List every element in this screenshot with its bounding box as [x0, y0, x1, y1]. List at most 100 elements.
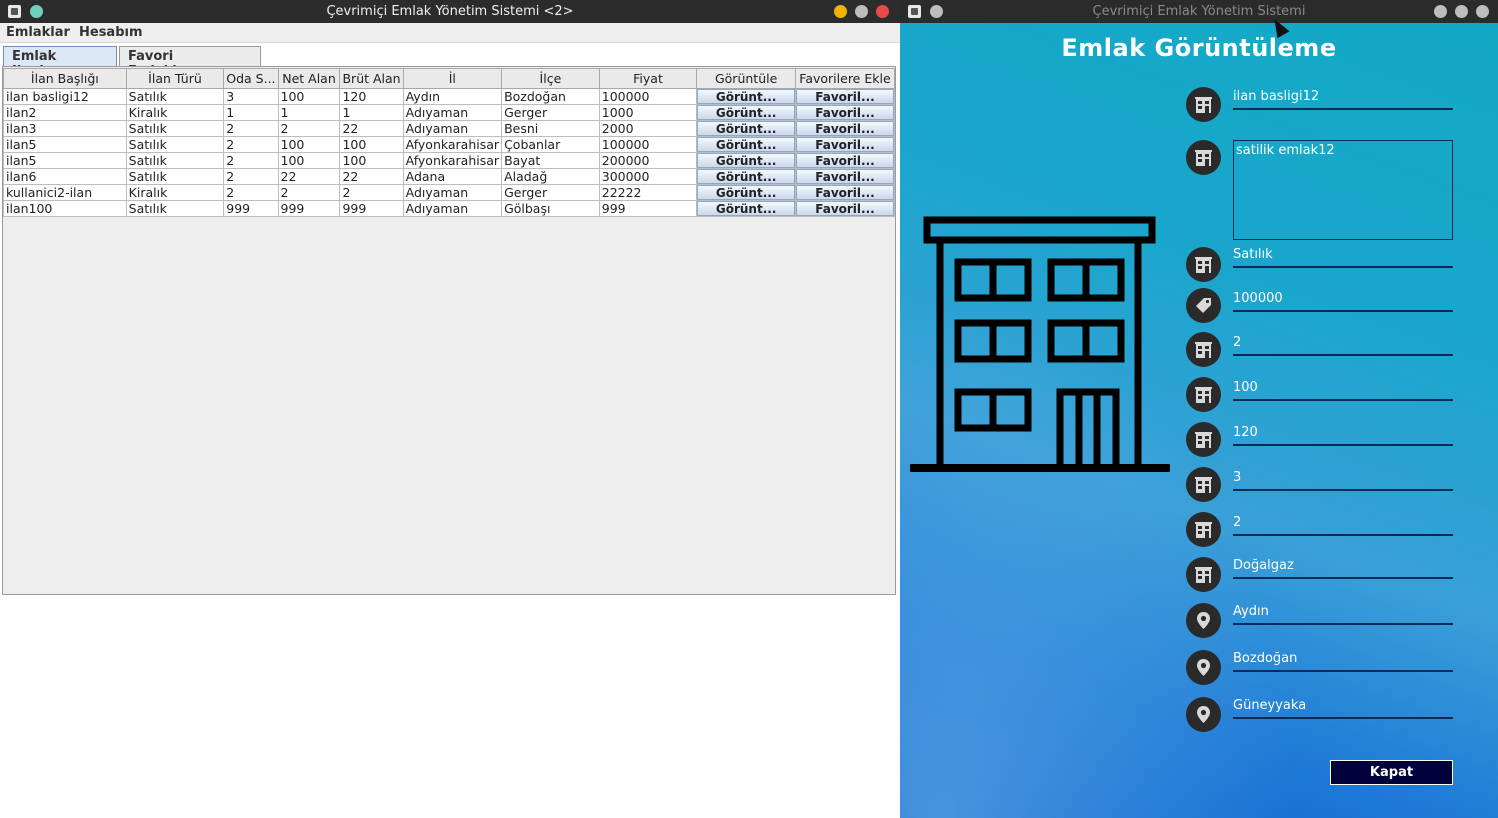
table-cell[interactable]: Gölbaşı: [501, 200, 600, 217]
table-cell[interactable]: ilan basligi12: [3, 88, 127, 105]
detail-field[interactable]: 100000: [1233, 290, 1453, 312]
description-textarea[interactable]: satilik emlak12: [1233, 140, 1453, 240]
add-favorite-button[interactable]: Favoril...: [796, 201, 894, 216]
favorite-button-cell[interactable]: Favoril...: [794, 168, 896, 185]
table-cell[interactable]: 100: [339, 136, 404, 153]
table-row[interactable]: ilan5 Satılık 2 100 100 Afyonkarahisar Çobanla…: [3, 136, 896, 153]
favorite-button-cell[interactable]: Favoril...: [794, 104, 896, 121]
add-favorite-button[interactable]: Favoril...: [796, 89, 894, 104]
maximize-button[interactable]: [855, 5, 868, 18]
table-cell[interactable]: Kiralık: [125, 104, 225, 121]
table-cell[interactable]: Aladağ: [501, 168, 600, 185]
table-cell[interactable]: ilan6: [3, 168, 127, 185]
table-cell[interactable]: 2: [223, 184, 279, 201]
table-cell[interactable]: 2: [223, 168, 279, 185]
view-button-cell[interactable]: Görünt...: [696, 88, 796, 105]
table-cell[interactable]: 2: [223, 136, 279, 153]
detail-field[interactable]: 3: [1233, 469, 1453, 491]
table-cell[interactable]: Satılık: [125, 200, 225, 217]
table-cell[interactable]: 2: [277, 120, 341, 137]
table-cell[interactable]: 1: [223, 104, 279, 121]
column-header[interactable]: İlçe: [501, 68, 600, 89]
view-button-cell[interactable]: Görünt...: [696, 184, 796, 201]
table-cell[interactable]: 200000: [598, 152, 698, 169]
add-favorite-button[interactable]: Favoril...: [796, 121, 894, 136]
table-cell[interactable]: Adıyaman: [402, 184, 503, 201]
table-cell[interactable]: Aydın: [402, 88, 503, 105]
table-row[interactable]: ilan2 Kiralık 1 1 1 Adıyaman Gerger 1000 Görünt.…: [3, 104, 896, 121]
close-button[interactable]: [876, 5, 889, 18]
table-cell[interactable]: Bayat: [501, 152, 600, 169]
detail-field[interactable]: 100: [1233, 379, 1453, 401]
detail-field[interactable]: Bozdoğan: [1233, 650, 1453, 672]
favorite-button-cell[interactable]: Favoril...: [794, 184, 896, 201]
favorite-button-cell[interactable]: Favoril...: [794, 88, 896, 105]
table-cell[interactable]: 999: [339, 200, 404, 217]
table-cell[interactable]: 22: [339, 120, 404, 137]
table-cell[interactable]: Satılık: [125, 120, 225, 137]
add-favorite-button[interactable]: Favoril...: [796, 185, 894, 200]
column-header[interactable]: İlan Türü: [125, 68, 225, 89]
table-cell[interactable]: ilan5: [3, 152, 127, 169]
table-cell[interactable]: Besni: [501, 120, 600, 137]
table-cell[interactable]: 300000: [598, 168, 698, 185]
view-button[interactable]: Görünt...: [697, 121, 795, 136]
table-cell[interactable]: Afyonkarahisar: [402, 136, 503, 153]
table-cell[interactable]: 2: [223, 120, 279, 137]
table-cell[interactable]: ilan2: [3, 104, 127, 121]
table-cell[interactable]: 3: [223, 88, 279, 105]
table-cell[interactable]: 999: [277, 200, 341, 217]
table-cell[interactable]: 100: [339, 152, 404, 169]
view-button[interactable]: Görünt...: [697, 153, 795, 168]
table-row[interactable]: ilan basligi12 Satılık 3 100 120 Aydın Bozdoğa…: [3, 88, 896, 105]
table-cell[interactable]: 100: [277, 152, 341, 169]
view-button[interactable]: Görünt...: [697, 89, 795, 104]
view-button[interactable]: Görünt...: [697, 105, 795, 120]
add-favorite-button[interactable]: Favoril...: [796, 169, 894, 184]
table-cell[interactable]: ilan5: [3, 136, 127, 153]
view-button-cell[interactable]: Görünt...: [696, 136, 796, 153]
kapat-button[interactable]: Kapat: [1330, 760, 1453, 785]
table-cell[interactable]: Adana: [402, 168, 503, 185]
minimize-button[interactable]: [834, 5, 847, 18]
table-row[interactable]: ilan6 Satılık 2 22 22 Adana Aladağ 300000 Görünt…: [3, 168, 896, 185]
detail-field[interactable]: Güneyyaka: [1233, 697, 1453, 719]
table-cell[interactable]: Gerger: [501, 184, 600, 201]
close-button[interactable]: [1476, 5, 1489, 18]
table-cell[interactable]: Çobanlar: [501, 136, 600, 153]
table-cell[interactable]: Afyonkarahisar: [402, 152, 503, 169]
table-cell[interactable]: 100000: [598, 136, 698, 153]
view-button[interactable]: Görünt...: [697, 169, 795, 184]
column-header[interactable]: Net Alan: [277, 68, 341, 89]
minimize-button[interactable]: [1434, 5, 1447, 18]
table-cell[interactable]: ilan3: [3, 120, 127, 137]
favorite-button-cell[interactable]: Favoril...: [794, 152, 896, 169]
detail-field[interactable]: Aydın: [1233, 603, 1453, 625]
table-cell[interactable]: Adıyaman: [402, 104, 503, 121]
detail-field[interactable]: 120: [1233, 424, 1453, 446]
view-button-cell[interactable]: Görünt...: [696, 120, 796, 137]
table-cell[interactable]: 100: [277, 136, 341, 153]
add-favorite-button[interactable]: Favoril...: [796, 105, 894, 120]
view-button-cell[interactable]: Görünt...: [696, 152, 796, 169]
column-header[interactable]: İl: [402, 68, 503, 89]
column-header[interactable]: İlan Başlığı: [3, 68, 127, 89]
column-header[interactable]: Oda S...: [223, 68, 279, 89]
table-row[interactable]: ilan5 Satılık 2 100 100 Afyonkarahisar Bayat 20…: [3, 152, 896, 169]
table-cell[interactable]: 2000: [598, 120, 698, 137]
table-cell[interactable]: 1: [277, 104, 341, 121]
add-favorite-button[interactable]: Favoril...: [796, 153, 894, 168]
table-cell[interactable]: 999: [598, 200, 698, 217]
detail-field[interactable]: 2: [1233, 514, 1453, 536]
favorite-button-cell[interactable]: Favoril...: [794, 200, 896, 217]
table-cell[interactable]: Bozdoğan: [501, 88, 600, 105]
table-cell[interactable]: 2: [277, 184, 341, 201]
detail-field[interactable]: 2: [1233, 334, 1453, 356]
table-cell[interactable]: 22222: [598, 184, 698, 201]
detail-field[interactable]: Satılık: [1233, 246, 1453, 268]
column-header[interactable]: Görüntüle: [696, 68, 796, 89]
table-cell[interactable]: 100000: [598, 88, 698, 105]
table-cell[interactable]: 2: [339, 184, 404, 201]
table-cell[interactable]: Gerger: [501, 104, 600, 121]
table-cell[interactable]: Satılık: [125, 136, 225, 153]
